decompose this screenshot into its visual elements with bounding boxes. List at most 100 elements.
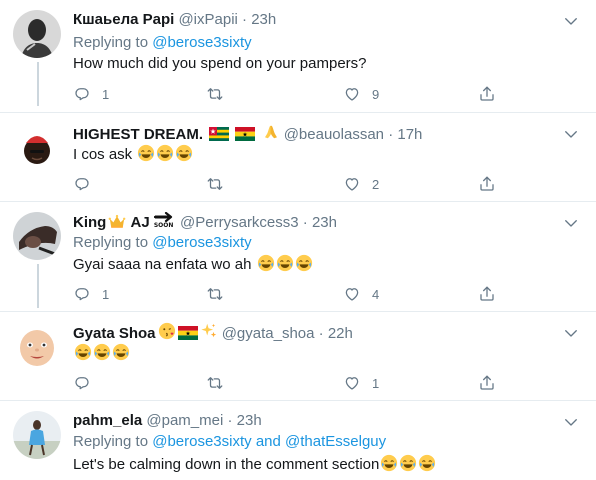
display-name[interactable]: Gyata Shoa bbox=[73, 325, 156, 342]
handle[interactable]: @beauolassan bbox=[284, 126, 384, 143]
chevron-down-icon[interactable] bbox=[562, 12, 580, 30]
retweet-icon bbox=[206, 175, 224, 193]
timestamp[interactable]: 23h bbox=[251, 11, 276, 28]
retweet-icon bbox=[206, 85, 224, 103]
reply-button[interactable] bbox=[73, 373, 102, 393]
joy-emoji-icon bbox=[93, 343, 111, 361]
tweet-text-content: Gyai saaa na enfata wo ah bbox=[73, 256, 252, 273]
retweet-icon bbox=[206, 285, 224, 303]
retweet-button[interactable] bbox=[206, 284, 235, 304]
reply-icon bbox=[73, 175, 91, 193]
like-count: 1 bbox=[372, 375, 380, 391]
tweet-text: Let's be calming down in the comment sec… bbox=[73, 454, 436, 475]
like-button[interactable]: 1 bbox=[343, 373, 379, 393]
sparkles-icon bbox=[200, 322, 218, 340]
tweet-text bbox=[73, 343, 130, 364]
tweet-text-content: I cos ask bbox=[73, 146, 133, 163]
separator-dot: · bbox=[227, 412, 233, 429]
replying-prefix: Replying to bbox=[73, 433, 149, 450]
replying-and: and bbox=[255, 433, 281, 450]
tweet-4[interactable]: Gyata Shoa @gyata_shoa · 22h 1 bbox=[0, 312, 596, 398]
action-bar: 2 bbox=[73, 174, 573, 194]
share-icon bbox=[478, 175, 496, 193]
handle[interactable]: @ixPapii bbox=[178, 11, 237, 28]
avatar[interactable] bbox=[13, 411, 61, 459]
like-button[interactable]: 9 bbox=[343, 84, 379, 104]
folded-hands-icon bbox=[262, 123, 280, 141]
like-button[interactable]: 2 bbox=[343, 174, 379, 194]
joy-emoji-icon bbox=[257, 254, 275, 272]
share-button[interactable] bbox=[478, 84, 496, 104]
retweet-icon bbox=[206, 374, 224, 392]
display-name[interactable]: Кшаьела Papi bbox=[73, 11, 174, 28]
separator-dot: · bbox=[302, 214, 308, 231]
mention-link[interactable]: @berose3sixty bbox=[152, 433, 251, 450]
separator-dot: · bbox=[242, 11, 248, 28]
display-name-suffix[interactable]: AJ bbox=[131, 214, 150, 231]
joy-emoji-icon bbox=[295, 254, 313, 272]
like-icon bbox=[343, 374, 361, 392]
retweet-button[interactable] bbox=[206, 84, 235, 104]
reply-icon bbox=[73, 85, 91, 103]
like-count: 2 bbox=[372, 176, 380, 192]
tweet-header: Gyata Shoa @gyata_shoa · 22h bbox=[73, 322, 353, 344]
timestamp[interactable]: 23h bbox=[312, 214, 337, 231]
share-button[interactable] bbox=[478, 373, 496, 393]
joy-emoji-icon bbox=[175, 144, 193, 162]
separator-dot: · bbox=[388, 126, 394, 143]
display-name[interactable]: pahm_ela bbox=[73, 412, 142, 429]
replying-to: Replying to @berose3sixty bbox=[73, 33, 252, 53]
display-name[interactable]: HIGHEST DREAM. bbox=[73, 126, 203, 143]
chevron-down-icon[interactable] bbox=[562, 324, 580, 342]
timestamp[interactable]: 17h bbox=[397, 126, 422, 143]
tweet-header: Кшаьела Papi @ixPapii · 23h bbox=[73, 10, 276, 30]
retweet-button[interactable] bbox=[206, 373, 235, 393]
joy-emoji-icon bbox=[418, 454, 436, 472]
tweet-2[interactable]: HIGHEST DREAM. @beauolassan · 17h I cos … bbox=[0, 113, 596, 201]
reply-button[interactable] bbox=[73, 174, 102, 194]
chevron-down-icon[interactable] bbox=[562, 413, 580, 431]
avatar[interactable] bbox=[13, 123, 61, 171]
display-name[interactable]: King bbox=[73, 214, 106, 231]
reply-button[interactable]: 1 bbox=[73, 284, 109, 304]
replying-prefix: Replying to bbox=[73, 34, 149, 51]
tweet-3[interactable]: King AJ SOON @Perrysarkcess3 · 23h Reply… bbox=[0, 202, 596, 308]
joy-emoji-icon bbox=[156, 144, 174, 162]
mention-link[interactable]: @berose3sixty bbox=[152, 234, 251, 251]
handle[interactable]: @gyata_shoa bbox=[222, 325, 315, 342]
handle[interactable]: @pam_mei bbox=[146, 412, 223, 429]
mention-link[interactable]: @thatEsselguy bbox=[285, 433, 386, 450]
retweet-button[interactable] bbox=[206, 174, 235, 194]
reply-count: 1 bbox=[102, 286, 110, 302]
like-button[interactable]: 4 bbox=[343, 284, 379, 304]
tweet-5[interactable]: pahm_ela @pam_mei · 23h Replying to @ber… bbox=[0, 401, 596, 480]
like-count: 9 bbox=[372, 86, 380, 102]
handle[interactable]: @Perrysarkcess3 bbox=[180, 214, 299, 231]
replying-prefix: Replying to bbox=[73, 234, 149, 251]
reply-button[interactable]: 1 bbox=[73, 84, 109, 104]
share-icon bbox=[478, 85, 496, 103]
avatar[interactable] bbox=[13, 322, 61, 370]
avatar[interactable] bbox=[13, 10, 61, 58]
timestamp[interactable]: 22h bbox=[328, 325, 353, 342]
chevron-down-icon[interactable] bbox=[562, 125, 580, 143]
mention-link[interactable]: @berose3sixty bbox=[152, 34, 251, 51]
soon-arrow-icon: SOON bbox=[153, 212, 176, 230]
soon-label: SOON bbox=[153, 222, 174, 229]
share-icon bbox=[478, 285, 496, 303]
action-bar: 1 4 bbox=[73, 284, 573, 304]
joy-emoji-icon bbox=[276, 254, 294, 272]
avatar[interactable] bbox=[13, 212, 61, 260]
tweet-text-content: Let's be calming down in the comment sec… bbox=[73, 456, 380, 473]
action-bar: 1 9 bbox=[73, 84, 573, 104]
like-icon bbox=[343, 285, 361, 303]
joy-emoji-icon bbox=[74, 343, 92, 361]
share-button[interactable] bbox=[478, 174, 496, 194]
share-button[interactable] bbox=[478, 284, 496, 304]
flag-togo-icon bbox=[209, 127, 229, 141]
chevron-down-icon[interactable] bbox=[562, 214, 580, 232]
timestamp[interactable]: 23h bbox=[237, 412, 262, 429]
tweet-1[interactable]: Кшаьела Papi @ixPapii · 23h Replying to … bbox=[0, 0, 596, 106]
kissing-heart-icon bbox=[158, 322, 176, 340]
like-icon bbox=[343, 175, 361, 193]
